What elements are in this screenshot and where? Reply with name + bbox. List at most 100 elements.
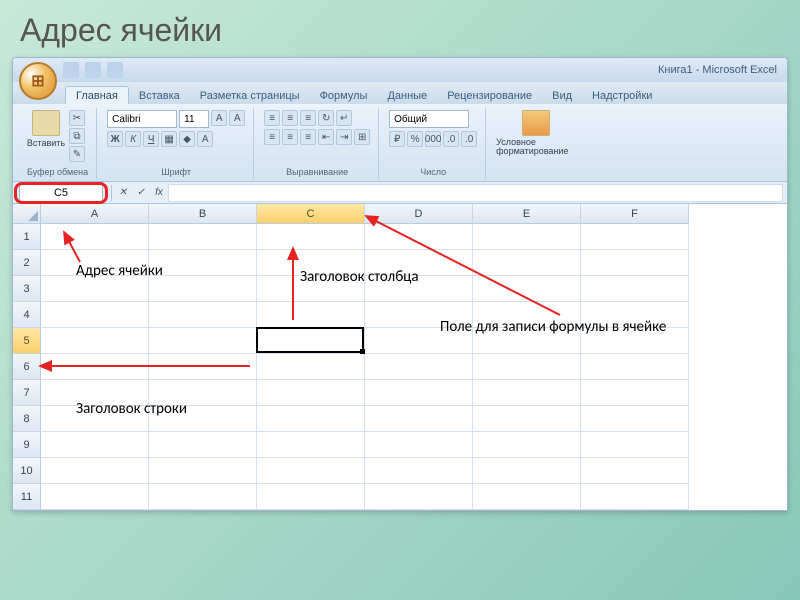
align-center-icon[interactable]: ≡ <box>282 129 298 145</box>
row-header-7[interactable]: 7 <box>13 380 41 406</box>
row-header-5[interactable]: 5 <box>13 328 41 354</box>
column-header-A[interactable]: A <box>41 204 149 224</box>
cell-F1[interactable] <box>581 224 689 250</box>
cell-A5[interactable] <box>41 328 149 354</box>
tab-data[interactable]: Данные <box>377 87 437 104</box>
merge-icon[interactable]: ⊞ <box>354 129 370 145</box>
align-top-icon[interactable]: ≡ <box>264 110 280 126</box>
font-color-icon[interactable]: A <box>197 131 213 147</box>
fill-color-icon[interactable]: ◆ <box>179 131 195 147</box>
font-size-select[interactable]: 11 <box>179 110 209 128</box>
row-header-8[interactable]: 8 <box>13 406 41 432</box>
cell-D5[interactable] <box>365 328 473 354</box>
copy-icon[interactable]: ⧉ <box>69 128 85 144</box>
cell-E10[interactable] <box>473 458 581 484</box>
row-header-6[interactable]: 6 <box>13 354 41 380</box>
grow-font-icon[interactable]: A <box>211 110 227 126</box>
tab-page-layout[interactable]: Разметка страницы <box>190 87 310 104</box>
cell-E11[interactable] <box>473 484 581 510</box>
cancel-icon[interactable]: ✕ <box>114 184 132 202</box>
cell-F9[interactable] <box>581 432 689 458</box>
cell-E1[interactable] <box>473 224 581 250</box>
border-icon[interactable]: ▦ <box>161 131 177 147</box>
cell-F10[interactable] <box>581 458 689 484</box>
cell-F6[interactable] <box>581 354 689 380</box>
orientation-icon[interactable]: ↻ <box>318 110 334 126</box>
cell-E2[interactable] <box>473 250 581 276</box>
cell-A10[interactable] <box>41 458 149 484</box>
cell-A8[interactable] <box>41 406 149 432</box>
row-header-1[interactable]: 1 <box>13 224 41 250</box>
column-header-D[interactable]: D <box>365 204 473 224</box>
cell-A7[interactable] <box>41 380 149 406</box>
cell-B2[interactable] <box>149 250 257 276</box>
cell-A4[interactable] <box>41 302 149 328</box>
italic-icon[interactable]: К <box>125 131 141 147</box>
formula-input[interactable] <box>168 184 783 202</box>
enter-icon[interactable]: ✓ <box>132 184 150 202</box>
cell-C3[interactable] <box>257 276 365 302</box>
cell-E9[interactable] <box>473 432 581 458</box>
cell-A2[interactable] <box>41 250 149 276</box>
cell-D10[interactable] <box>365 458 473 484</box>
cell-C7[interactable] <box>257 380 365 406</box>
paste-button[interactable]: Вставить <box>27 110 65 148</box>
cell-B9[interactable] <box>149 432 257 458</box>
cell-B7[interactable] <box>149 380 257 406</box>
cell-A9[interactable] <box>41 432 149 458</box>
conditional-formatting-button[interactable]: Условное форматирование <box>496 110 576 156</box>
row-header-3[interactable]: 3 <box>13 276 41 302</box>
fx-icon[interactable]: fx <box>150 184 168 202</box>
cell-A6[interactable] <box>41 354 149 380</box>
bold-icon[interactable]: Ж <box>107 131 123 147</box>
cell-D8[interactable] <box>365 406 473 432</box>
column-header-F[interactable]: F <box>581 204 689 224</box>
decrease-decimal-icon[interactable]: .0 <box>461 131 477 147</box>
cell-B8[interactable] <box>149 406 257 432</box>
cell-F7[interactable] <box>581 380 689 406</box>
cell-D11[interactable] <box>365 484 473 510</box>
cell-E8[interactable] <box>473 406 581 432</box>
increase-decimal-icon[interactable]: .0 <box>443 131 459 147</box>
cell-C8[interactable] <box>257 406 365 432</box>
row-header-4[interactable]: 4 <box>13 302 41 328</box>
decrease-indent-icon[interactable]: ⇤ <box>318 129 334 145</box>
cell-C2[interactable] <box>257 250 365 276</box>
row-header-9[interactable]: 9 <box>13 432 41 458</box>
align-right-icon[interactable]: ≡ <box>300 129 316 145</box>
cell-A1[interactable] <box>41 224 149 250</box>
cell-A11[interactable] <box>41 484 149 510</box>
cell-A3[interactable] <box>41 276 149 302</box>
cell-D3[interactable] <box>365 276 473 302</box>
column-header-C[interactable]: C <box>257 204 365 224</box>
number-format-select[interactable]: Общий <box>389 110 469 128</box>
cell-D2[interactable] <box>365 250 473 276</box>
currency-icon[interactable]: ₽ <box>389 131 405 147</box>
cell-E3[interactable] <box>473 276 581 302</box>
cell-E7[interactable] <box>473 380 581 406</box>
cell-F2[interactable] <box>581 250 689 276</box>
tab-home[interactable]: Главная <box>65 86 129 104</box>
format-painter-icon[interactable]: ✎ <box>69 146 85 162</box>
percent-icon[interactable]: % <box>407 131 423 147</box>
font-name-select[interactable]: Calibri <box>107 110 177 128</box>
cell-D1[interactable] <box>365 224 473 250</box>
cell-D9[interactable] <box>365 432 473 458</box>
cell-D7[interactable] <box>365 380 473 406</box>
tab-addins[interactable]: Надстройки <box>582 87 662 104</box>
cell-E6[interactable] <box>473 354 581 380</box>
cell-F5[interactable] <box>581 328 689 354</box>
cell-F8[interactable] <box>581 406 689 432</box>
cell-B11[interactable] <box>149 484 257 510</box>
row-header-11[interactable]: 11 <box>13 484 41 510</box>
cell-B1[interactable] <box>149 224 257 250</box>
cell-C10[interactable] <box>257 458 365 484</box>
align-middle-icon[interactable]: ≡ <box>282 110 298 126</box>
cell-D6[interactable] <box>365 354 473 380</box>
save-icon[interactable] <box>63 62 79 78</box>
cell-B5[interactable] <box>149 328 257 354</box>
cell-B10[interactable] <box>149 458 257 484</box>
underline-icon[interactable]: Ч <box>143 131 159 147</box>
cells-area[interactable] <box>41 224 689 510</box>
increase-indent-icon[interactable]: ⇥ <box>336 129 352 145</box>
